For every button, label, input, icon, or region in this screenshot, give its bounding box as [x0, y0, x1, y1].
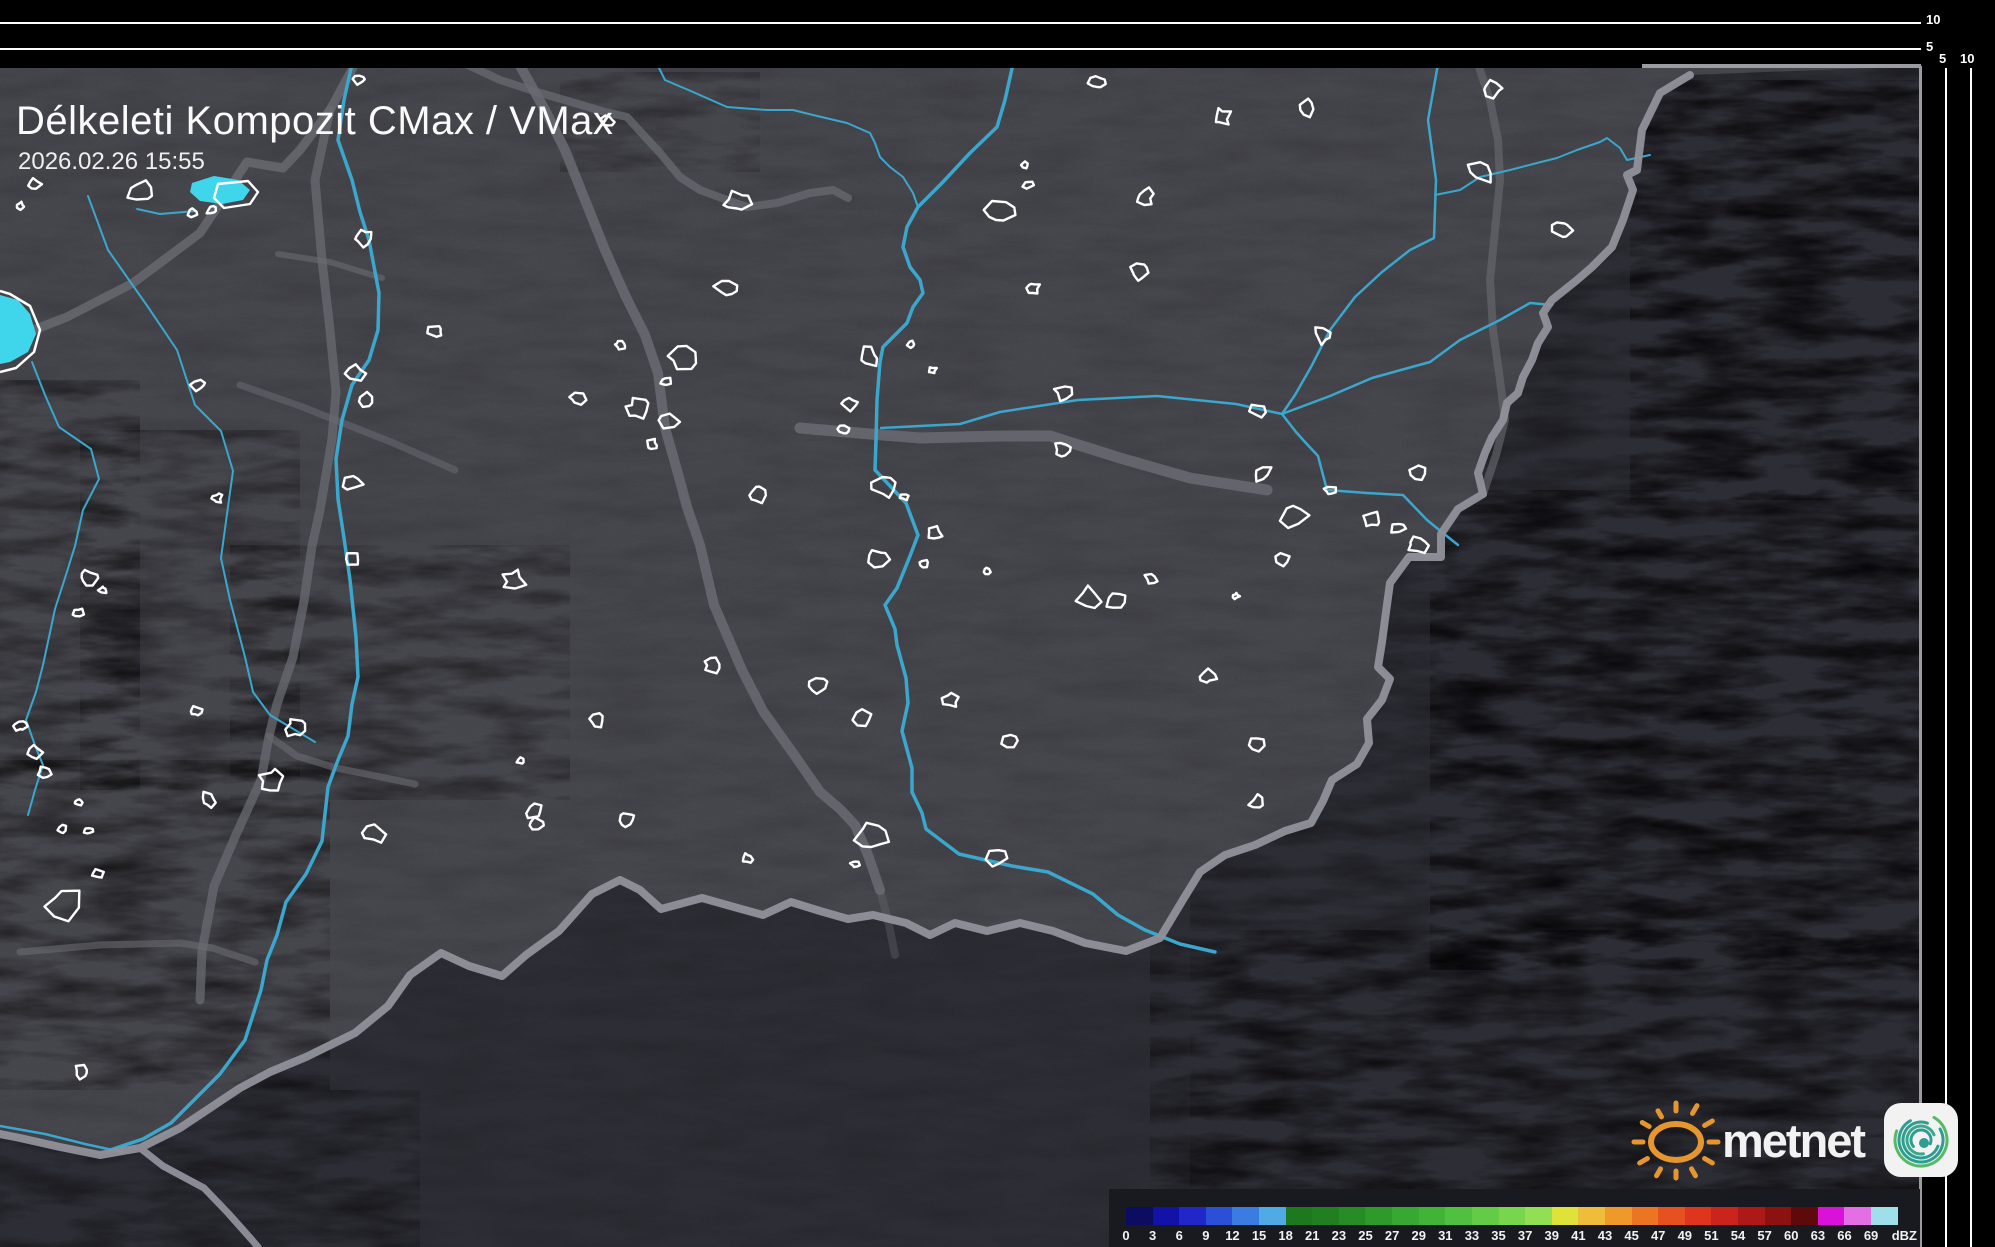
- radar-map-canvas[interactable]: [0, 0, 1995, 1247]
- product-title: Délkeleti Kompozit CMax / VMax: [16, 99, 613, 144]
- product-timestamp: 2026.02.26 15:55: [18, 148, 205, 176]
- reflectivity-colorbar: 0369121518212325272931333537394143454749…: [1109, 1189, 1920, 1247]
- profile-gridline-5km: [1945, 68, 1947, 1247]
- metnet-app-icon: [1884, 1103, 1958, 1177]
- metnet-logo: metnet: [1628, 1098, 1958, 1182]
- profile-gridline-5km: [0, 48, 1921, 50]
- height-scale-label: 5: [1939, 52, 1946, 65]
- colorbar-stops: 0369121518212325272931333537394143454749…: [1126, 1207, 1898, 1247]
- map-frame-line: [1642, 64, 1921, 68]
- colorbar-unit-label: dBZ: [1892, 1228, 1917, 1243]
- sun-icon: [1628, 1098, 1728, 1182]
- logo-wordmark: metnet: [1722, 1113, 1864, 1168]
- height-scale-label: 10: [1960, 52, 1974, 65]
- terrain-relief: [0, 64, 1921, 1247]
- height-scale-label: 5: [1926, 40, 1933, 53]
- profile-gridline-10km: [1970, 68, 1972, 1247]
- profile-gridline-10km: [0, 22, 1921, 24]
- height-scale-label: 10: [1926, 13, 1940, 26]
- map-frame-line: [1919, 66, 1922, 1247]
- radar-viewer: 10 5 5 10 Délkeleti Kompozit CMax / VMax…: [0, 0, 1995, 1247]
- right-height-profile-panel: [1922, 68, 1995, 1247]
- top-height-profile-panel: 10 5 5 10: [0, 0, 1995, 68]
